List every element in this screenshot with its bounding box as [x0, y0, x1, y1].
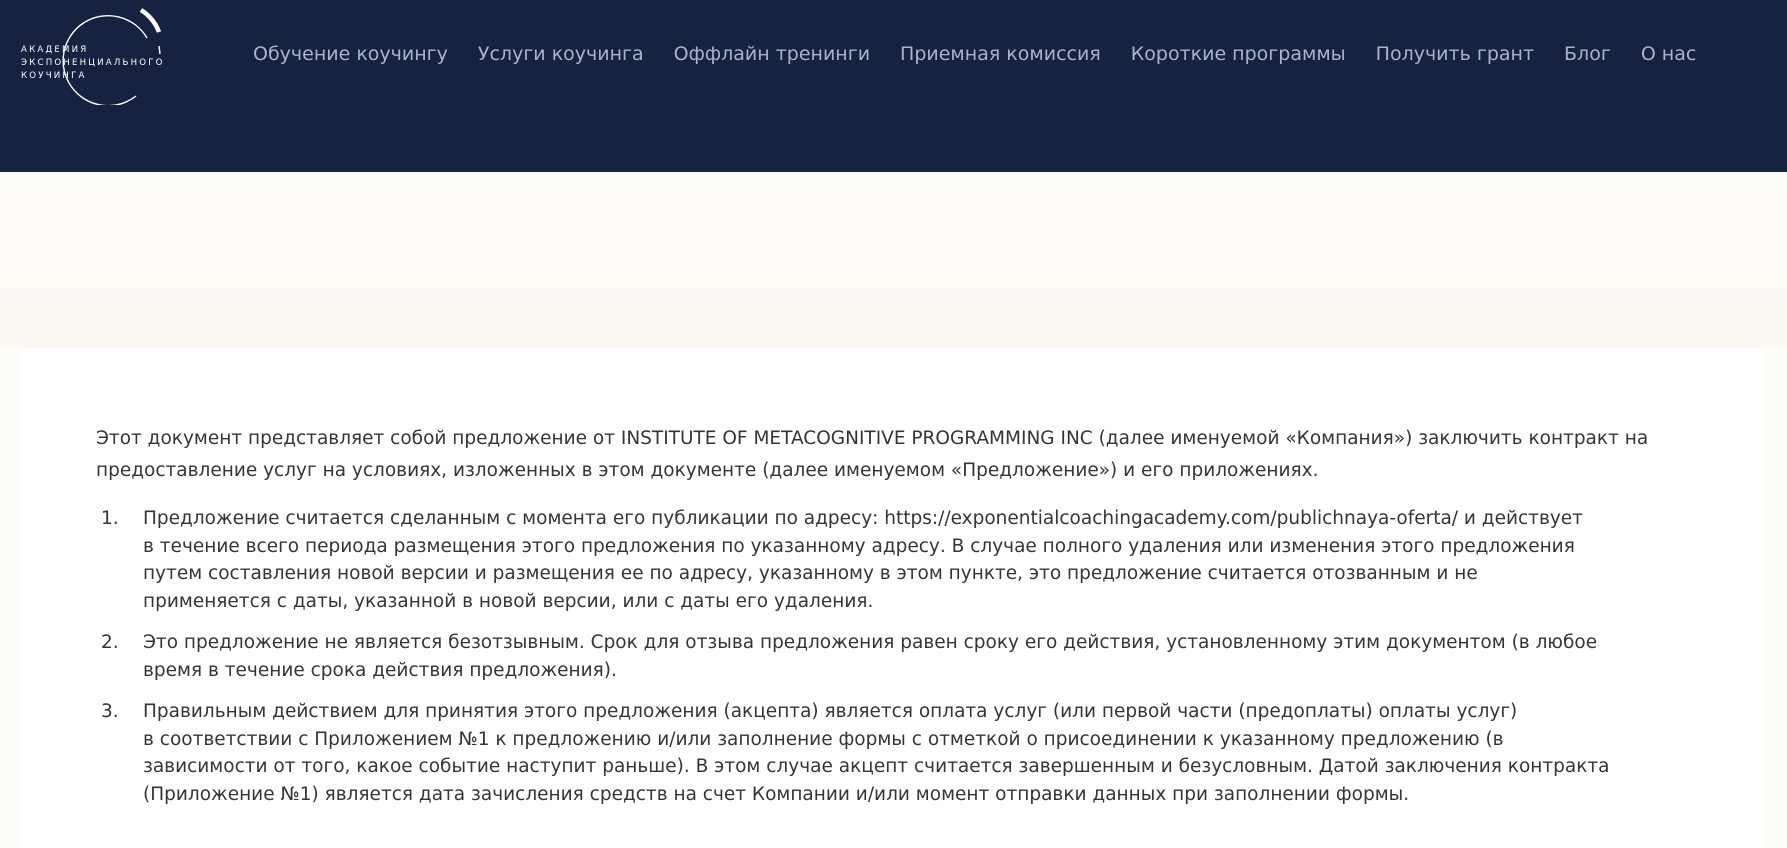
nav-item-coach-training[interactable]: Обучение коучингу [253, 40, 448, 68]
clause-line: зависимости от того, какое событие насту… [143, 756, 1610, 777]
nav-item-get-grant[interactable]: Получить грант [1376, 40, 1534, 68]
nav-item-short-programs[interactable]: Короткие программы [1131, 40, 1346, 68]
main-nav: Обучение коучингу Услуги коучинга Оффлай… [253, 40, 1696, 68]
clause-line: путем составления новой версии и размеще… [143, 563, 1478, 584]
clause-item: 2. Это предложение не является безотзывн… [96, 629, 1696, 684]
clause-line: применяется с даты, указанной в новой ве… [143, 590, 874, 612]
clause-line: в соответствии с Приложением №1 к предло… [143, 728, 1504, 750]
logo-line-1: АКАДЕМИЯ [21, 45, 89, 55]
clause-line: Правильным действием для принятия этого … [143, 701, 1518, 722]
nav-item-about[interactable]: О нас [1641, 40, 1697, 68]
clause-line: время в течение срока действия предложен… [143, 659, 617, 681]
logo-line-3: КОУЧИНГА [21, 71, 87, 81]
nav-item-blog[interactable]: Блог [1564, 40, 1611, 68]
clause-line: Предложение считается сделанным с момент… [143, 508, 1583, 529]
logo-text: АКАДЕМИЯ ЭКСПОНЕНЦИАЛЬНОГО КОУЧИНГА [21, 44, 165, 83]
nav-item-admissions[interactable]: Приемная комиссия [900, 40, 1101, 68]
nav-item-offline-trainings[interactable]: Оффлайн тренинги [674, 40, 870, 68]
clause-number: 2. [101, 632, 119, 653]
clause-item: 1. Предложение считается сделанным с мом… [96, 505, 1696, 615]
clause-line: (Приложение №1) является дата зачисления… [143, 783, 1410, 805]
hero-spacer [0, 172, 1787, 348]
clause-line: в течение всего периода размещения этого… [143, 535, 1575, 557]
site-header: АКАДЕМИЯ ЭКСПОНЕНЦИАЛЬНОГО КОУЧИНГА Обуч… [0, 0, 1787, 172]
clause-item: 3. Правильным действием для принятия это… [96, 698, 1696, 808]
academy-logo[interactable]: АКАДЕМИЯ ЭКСПОНЕНЦИАЛЬНОГО КОУЧИНГА [18, 5, 198, 105]
clause-line: Это предложение не является безотзывным.… [143, 632, 1598, 653]
clause-number: 1. [101, 508, 119, 529]
document-intro: Этот документ представляет собой предлож… [96, 428, 1649, 481]
clause-number: 3. [101, 701, 119, 722]
offer-document: Этот документ представляет собой предлож… [96, 423, 1696, 822]
logo-line-2: ЭКСПОНЕНЦИАЛЬНОГО [21, 58, 165, 68]
nav-item-coaching-services[interactable]: Услуги коучинга [478, 40, 644, 68]
clause-list: 1. Предложение считается сделанным с мом… [96, 505, 1696, 808]
